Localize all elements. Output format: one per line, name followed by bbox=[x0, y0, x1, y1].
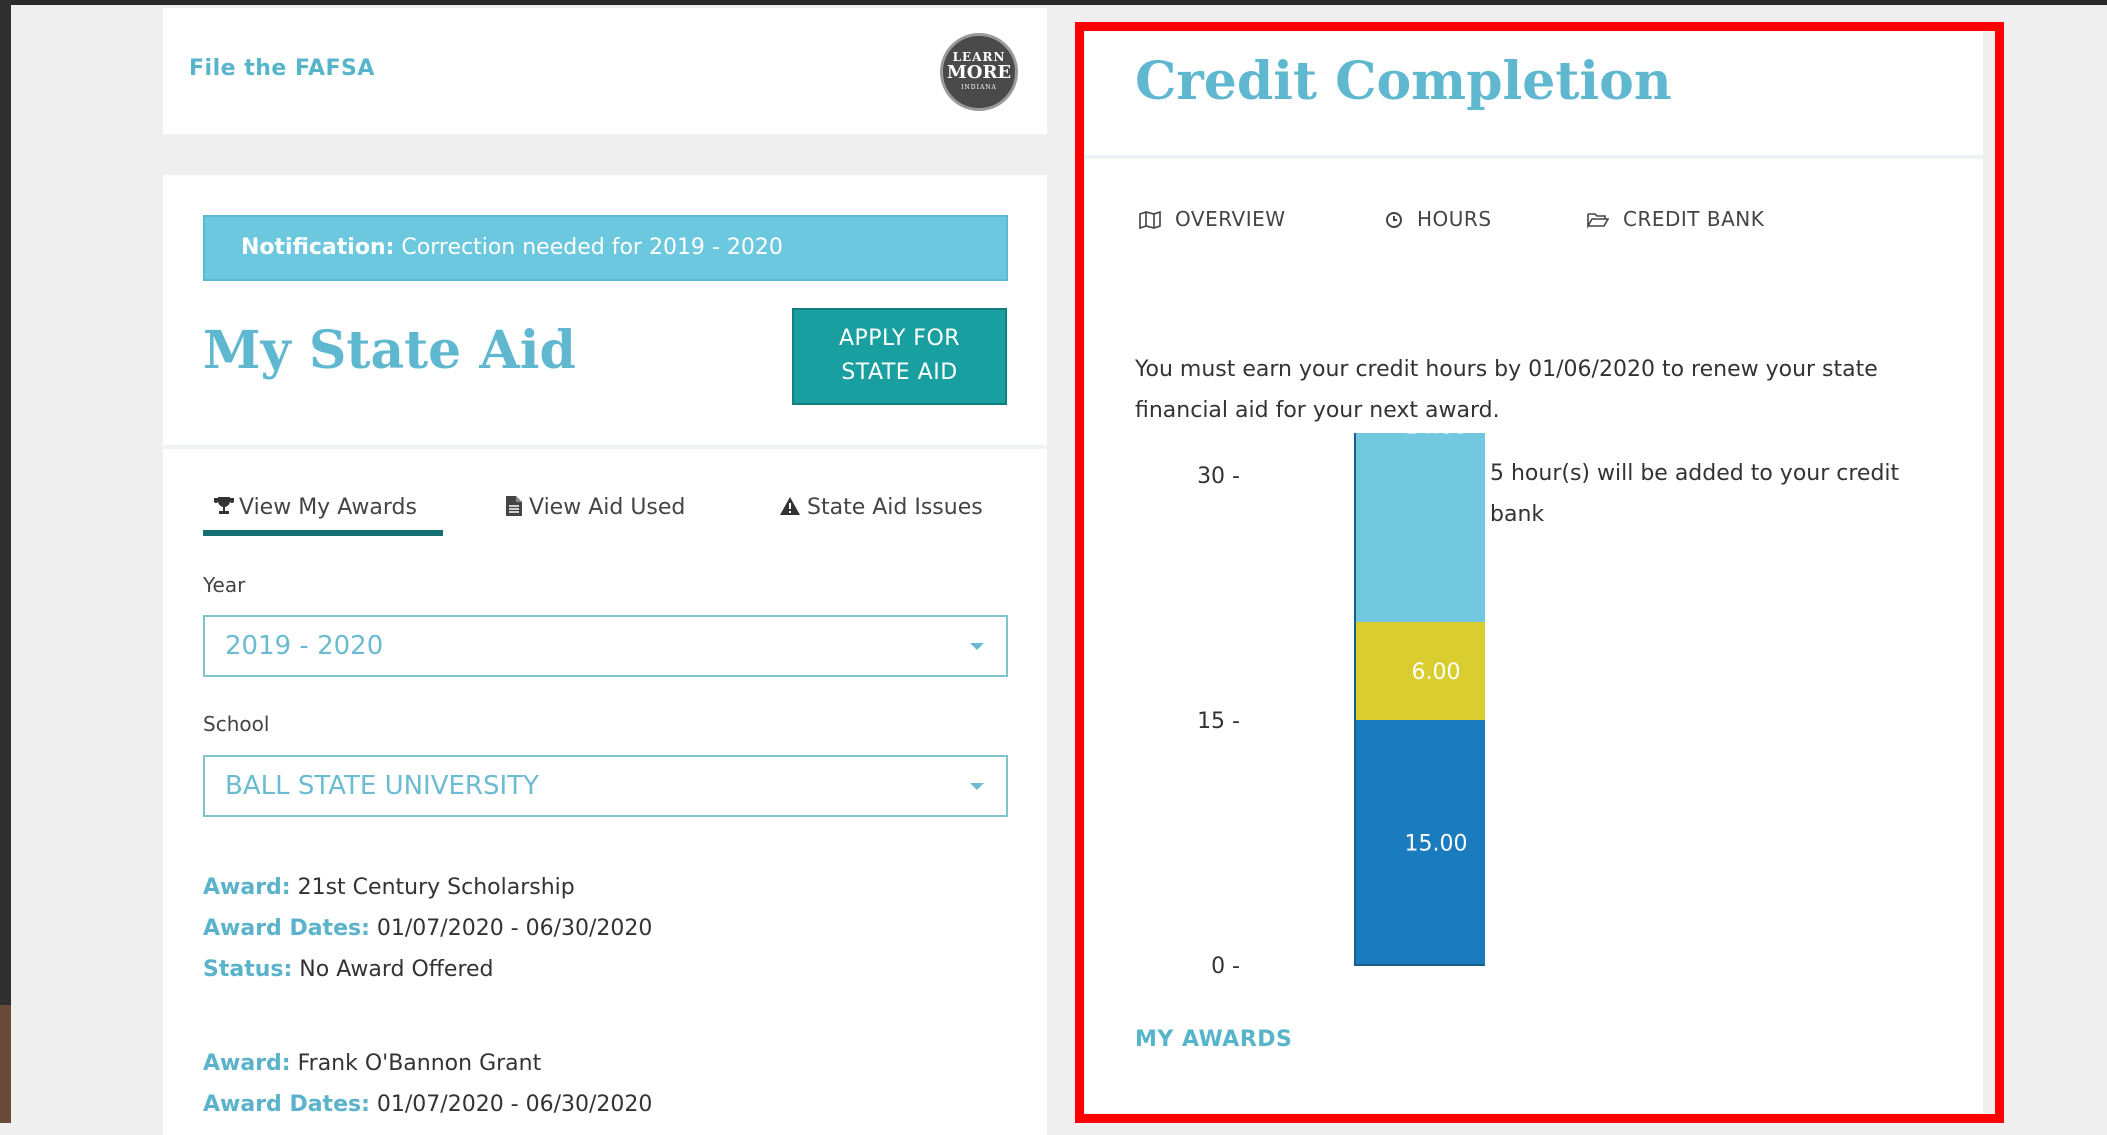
year-select-value: 2019 - 2020 bbox=[225, 631, 384, 661]
school-label: School bbox=[203, 712, 270, 736]
y-tick-label: 15 - bbox=[1197, 709, 1240, 734]
learn-more-logo[interactable]: LEARN MORE INDIANA bbox=[940, 33, 1018, 111]
bar-segment bbox=[1355, 433, 1485, 622]
award-key: Award: bbox=[203, 875, 291, 900]
school-select-value: BALL STATE UNIVERSITY bbox=[225, 771, 539, 801]
apply-button-line-2: STATE AID bbox=[841, 360, 958, 385]
award-dates-key: Award Dates: bbox=[203, 1092, 370, 1117]
award-value: 21st Century Scholarship bbox=[297, 875, 575, 900]
award-status-line: Status: No Award Offered bbox=[203, 957, 494, 982]
award-value: Frank O'Bannon Grant bbox=[297, 1051, 542, 1076]
credit-completion-card: Credit Completion OVERVIEW HOURS CREDIT … bbox=[1085, 23, 1983, 1113]
logo-line-2: MORE bbox=[946, 62, 1012, 83]
tab-label: CREDIT BANK bbox=[1623, 207, 1765, 231]
y-tick-label: 30 - bbox=[1197, 464, 1240, 489]
warning-icon bbox=[780, 497, 800, 515]
award-dates-line: Award Dates: 01/07/2020 - 06/30/2020 bbox=[203, 916, 652, 941]
tab-label: State Aid Issues bbox=[807, 495, 983, 520]
divider bbox=[1085, 155, 1983, 159]
bar-segment-label: 15.00 bbox=[1405, 832, 1468, 857]
tab-label: View Aid Used bbox=[529, 495, 686, 520]
my-awards-link[interactable]: MY AWARDS bbox=[1135, 1027, 1292, 1052]
chevron-down-icon bbox=[970, 783, 984, 790]
award-key: Award: bbox=[203, 1051, 291, 1076]
chevron-down-icon bbox=[970, 643, 984, 650]
tab-state-aid-issues[interactable]: State Aid Issues bbox=[779, 495, 983, 520]
browser-top-edge bbox=[0, 0, 2107, 5]
y-tick-label: 0 - bbox=[1211, 954, 1240, 979]
notification-banner: Notification: Correction needed for 2019… bbox=[203, 215, 1008, 281]
bar-segment-label: 14.00 bbox=[1405, 433, 1468, 439]
credit-deadline-message: You must earn your credit hours by 01/06… bbox=[1135, 357, 1878, 423]
award-dates-value: 01/07/2020 - 06/30/2020 bbox=[376, 916, 653, 941]
award-dates-key: Award Dates: bbox=[203, 916, 370, 941]
award-name-line: Award: Frank O'Bannon Grant bbox=[203, 1051, 541, 1076]
award-name-line: Award: 21st Century Scholarship bbox=[203, 875, 575, 900]
document-icon bbox=[506, 496, 522, 516]
apply-state-aid-button[interactable]: APPLY FOR STATE AID bbox=[792, 308, 1007, 405]
file-fafsa-link[interactable]: File the FAFSA bbox=[189, 56, 375, 81]
tab-view-aid-used[interactable]: View Aid Used bbox=[505, 495, 685, 520]
divider bbox=[163, 445, 1047, 449]
year-select[interactable]: 2019 - 2020 bbox=[203, 615, 1008, 677]
bar-segment-label: 6.00 bbox=[1412, 660, 1461, 685]
credit-bank-note: 5 hour(s) will be added to your credit b… bbox=[1490, 461, 1900, 527]
left-window-edge bbox=[0, 0, 11, 1123]
map-icon bbox=[1139, 210, 1161, 230]
credit-completion-title: Credit Completion bbox=[1135, 51, 1672, 112]
tab-view-my-awards[interactable]: View My Awards bbox=[213, 495, 417, 520]
fafsa-card: File the FAFSA LEARN MORE INDIANA bbox=[163, 8, 1047, 134]
notification-text: Correction needed for 2019 - 2020 bbox=[401, 235, 783, 260]
tab-label: View My Awards bbox=[239, 495, 417, 520]
tab-overview[interactable]: OVERVIEW bbox=[1139, 207, 1286, 231]
left-edge-accent bbox=[0, 1005, 11, 1123]
tab-hours[interactable]: HOURS bbox=[1385, 207, 1492, 231]
notification-label: Notification: bbox=[241, 235, 395, 260]
state-aid-card: Notification: Correction needed for 2019… bbox=[163, 175, 1047, 1135]
clock-icon bbox=[1386, 212, 1402, 228]
tab-label: OVERVIEW bbox=[1175, 207, 1286, 231]
credit-hours-chart: 0 - 15 - 30 - 15.00 6.00 14.00 bbox=[1197, 433, 1485, 979]
award-dates-value: 01/07/2020 - 06/30/2020 bbox=[376, 1092, 653, 1117]
apply-button-line-1: APPLY FOR bbox=[838, 326, 961, 351]
logo-line-3: INDIANA bbox=[961, 84, 997, 91]
trophy-icon bbox=[214, 497, 234, 514]
award-status-key: Status: bbox=[203, 957, 293, 982]
folder-open-icon bbox=[1587, 213, 1610, 230]
active-tab-indicator bbox=[203, 530, 443, 536]
school-select[interactable]: BALL STATE UNIVERSITY bbox=[203, 755, 1008, 817]
page-title: My State Aid bbox=[203, 320, 576, 381]
award-dates-line: Award Dates: 01/07/2020 - 06/30/2020 bbox=[203, 1092, 652, 1117]
award-status-value: No Award Offered bbox=[299, 957, 494, 982]
tab-credit-bank[interactable]: CREDIT BANK bbox=[1587, 207, 1764, 231]
tab-label: HOURS bbox=[1417, 207, 1492, 231]
year-label: Year bbox=[203, 573, 246, 597]
